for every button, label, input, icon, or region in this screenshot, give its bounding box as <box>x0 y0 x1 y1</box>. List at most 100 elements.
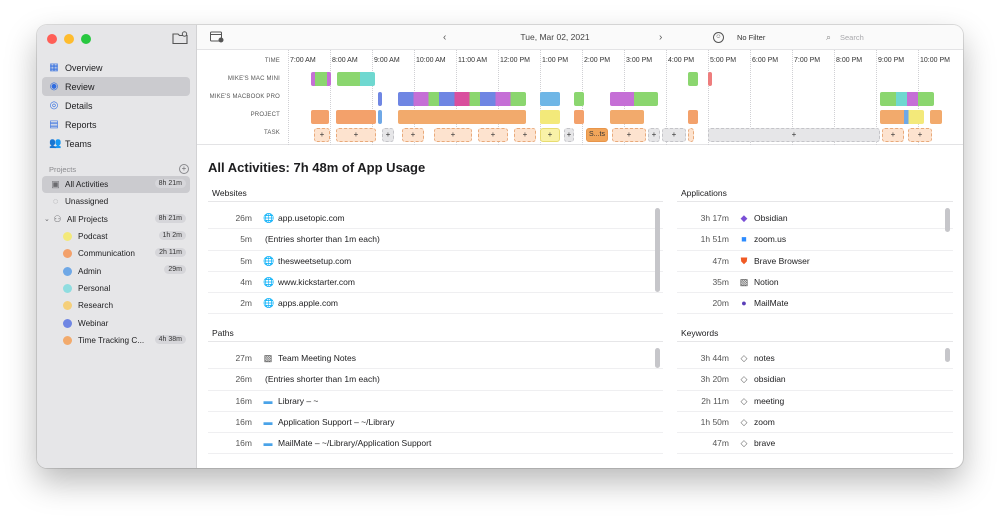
project-item-personal[interactable]: Personal <box>42 280 190 297</box>
list-item[interactable]: 16m ▬ Application Support – ~/Library <box>208 412 663 434</box>
paths-list[interactable]: 27m ▧ Team Meeting Notes 26m (Entries short… <box>208 342 663 455</box>
scrollbar[interactable] <box>945 208 950 232</box>
list-item[interactable]: 1h 50m ◇ zoom <box>677 412 953 434</box>
add-task-button[interactable]: + <box>314 128 330 142</box>
list-item[interactable]: 26m 🌐 app.usetopic.com <box>208 208 663 230</box>
project-item-admin[interactable]: Admin 29m <box>42 262 190 279</box>
section-title: Paths <box>208 328 663 342</box>
activity-block[interactable] <box>574 92 584 106</box>
add-task-button[interactable]: + <box>382 128 394 142</box>
list-item[interactable]: 2m 🌐 apps.apple.com <box>208 293 663 315</box>
project-block[interactable] <box>574 110 584 124</box>
project-item-podcast[interactable]: Podcast 1h 2m <box>42 228 190 245</box>
date-display[interactable]: Tue, Mar 02, 2021 <box>440 30 670 45</box>
activity-block[interactable] <box>540 92 560 106</box>
add-task-button[interactable]: + <box>648 128 660 142</box>
project-block[interactable] <box>880 110 924 124</box>
nav-item-reports[interactable]: ▤ Reports <box>42 115 190 134</box>
sidebar: ▦ Overview ◉ Review ◎ Details ▤ Reports … <box>37 25 197 468</box>
nav-item-review[interactable]: ◉ Review <box>42 77 190 96</box>
next-day-button[interactable]: › <box>659 30 662 45</box>
list-item[interactable]: 3h 20m ◇ obsidian <box>677 369 953 391</box>
add-task-button[interactable]: + <box>662 128 686 142</box>
activity-block[interactable] <box>378 92 382 106</box>
duration: 3h 44m <box>700 353 729 363</box>
duration: 26m <box>235 374 252 385</box>
list-item[interactable]: 2h 11m ◇ meeting <box>677 391 953 412</box>
add-task-button[interactable]: + <box>564 128 574 142</box>
zoom-window-button[interactable] <box>81 34 91 44</box>
list-item[interactable]: 1h 51m ■ zoom.us <box>677 229 953 251</box>
activity-block[interactable] <box>337 72 375 86</box>
filter-icon[interactable]: ☺ <box>713 32 724 43</box>
activity-block[interactable] <box>311 72 331 86</box>
list-item[interactable]: 3h 44m ◇ notes <box>677 348 953 370</box>
task-block[interactable] <box>688 128 694 142</box>
project-block[interactable] <box>398 110 526 124</box>
list-item[interactable]: 35m ▧ Notion <box>677 272 953 294</box>
filter-select[interactable]: No Filter <box>733 31 793 44</box>
project-item-time-tracking[interactable]: Time Tracking C... 4h 38m <box>42 332 190 349</box>
list-item[interactable]: 47m ⛊ Brave Browser <box>677 251 953 272</box>
activity-block[interactable] <box>688 72 698 86</box>
project-block[interactable] <box>336 110 376 124</box>
paths-section: Paths 27m ▧ Team Meeting Notes 26m (Entries… <box>208 328 663 455</box>
project-item-webinar[interactable]: Webinar <box>42 314 190 331</box>
list-item[interactable]: 5m (Entries shorter than 1m each) <box>208 229 663 251</box>
add-task-button[interactable]: + <box>514 128 536 142</box>
new-folder-icon[interactable] <box>172 31 188 45</box>
add-task-button[interactable]: + <box>708 128 880 142</box>
task-block[interactable]: S...ts <box>586 128 608 142</box>
nav-item-teams[interactable]: 👥 Teams <box>42 134 190 153</box>
project-block[interactable] <box>540 110 560 124</box>
add-task-button[interactable]: + <box>908 128 932 142</box>
add-task-button[interactable]: + <box>540 128 560 142</box>
scrollbar[interactable] <box>655 208 660 292</box>
activity-block[interactable] <box>398 92 526 106</box>
list-item[interactable]: 26m (Entries shorter than 1m each) <box>208 369 663 391</box>
activity-block[interactable] <box>708 72 712 86</box>
list-item[interactable]: 5m 🌐 thesweetsetup.com <box>208 251 663 272</box>
project-item-communication[interactable]: Communication 2h 11m <box>42 245 190 262</box>
add-project-icon[interactable]: + <box>179 164 189 174</box>
activity-block[interactable] <box>880 92 934 106</box>
close-window-button[interactable] <box>47 34 57 44</box>
project-block[interactable] <box>311 110 329 124</box>
add-task-button[interactable]: + <box>478 128 508 142</box>
applications-list[interactable]: 3h 17m ◆ Obsidian 1h 51m ■ zoom.us 47m ⛊ Brave… <box>677 202 953 315</box>
add-task-button[interactable]: + <box>434 128 472 142</box>
scrollbar[interactable] <box>655 348 660 368</box>
project-block[interactable] <box>930 110 942 124</box>
add-task-button[interactable]: + <box>402 128 424 142</box>
chevron-down-icon[interactable]: ⌄ <box>44 215 50 223</box>
list-item[interactable]: 20m ● MailMate <box>677 293 953 315</box>
list-item[interactable]: 16m ▬ MailMate – ~/Library/Application Sup… <box>208 433 663 455</box>
project-block[interactable] <box>688 110 698 124</box>
project-item-research[interactable]: Research <box>42 297 190 314</box>
project-item-all-projects[interactable]: ⌄ ⚇ All Projects 8h 21m <box>42 211 190 228</box>
activity-block[interactable] <box>610 92 658 106</box>
list-item[interactable]: 4m 🌐 www.kickstarter.com <box>208 272 663 294</box>
search-input[interactable]: ⌕ Search <box>824 31 954 44</box>
project-label: Admin <box>78 266 102 276</box>
scrollbar[interactable] <box>945 348 950 362</box>
nav-item-details[interactable]: ◎ Details <box>42 96 190 115</box>
project-block[interactable] <box>378 110 382 124</box>
websites-list[interactable]: 26m 🌐 app.usetopic.com 5m (Entries shorter … <box>208 202 663 315</box>
add-task-button[interactable]: + <box>612 128 646 142</box>
project-item-all-activities[interactable]: ▣ All Activities 8h 21m <box>42 176 190 194</box>
minimize-window-button[interactable] <box>64 34 74 44</box>
add-task-button[interactable]: + <box>882 128 904 142</box>
list-item[interactable]: 3h 17m ◆ Obsidian <box>677 208 953 230</box>
item-name: brave <box>754 438 776 449</box>
timeline-grid[interactable]: 7:00 AM 8:00 AM 9:00 AM 10:00 AM 11:00 A… <box>288 50 963 145</box>
list-item[interactable]: 47m ◇ brave <box>677 433 953 455</box>
add-task-button[interactable]: + <box>336 128 376 142</box>
project-item-unassigned[interactable]: ◌ Unassigned <box>42 193 190 210</box>
list-item[interactable]: 27m ▧ Team Meeting Notes <box>208 348 663 370</box>
project-block[interactable] <box>610 110 644 124</box>
keywords-list[interactable]: 3h 44m ◇ notes 3h 20m ◇ obsidian 2h 11m ◇ meet… <box>677 342 953 455</box>
calendar-settings-icon[interactable] <box>210 31 224 43</box>
nav-item-overview[interactable]: ▦ Overview <box>42 58 190 77</box>
list-item[interactable]: 16m ▬ Library – ~ <box>208 391 663 412</box>
